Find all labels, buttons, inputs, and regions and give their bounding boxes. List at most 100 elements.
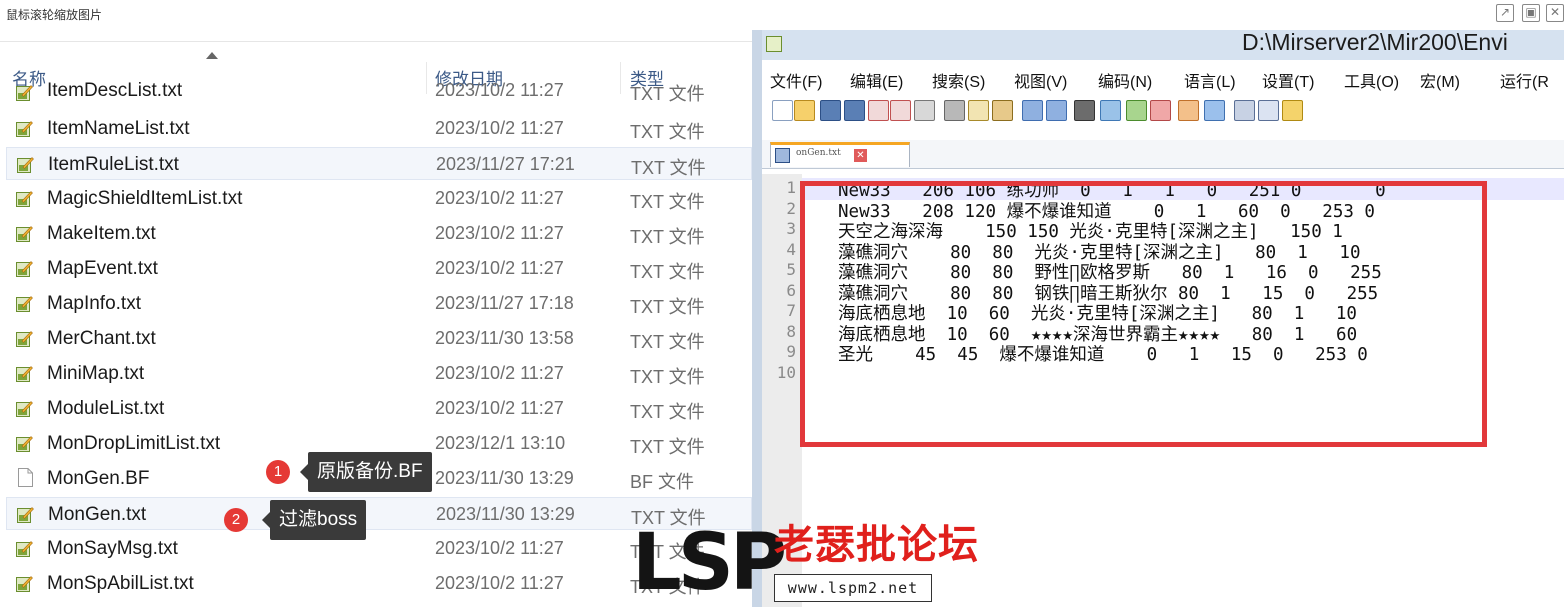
menu-item[interactable]: 设置(T) [1262,68,1314,92]
new-file-icon[interactable] [772,100,793,121]
menu-item[interactable]: 文件(F) [770,68,822,92]
highlight-box [800,181,1487,447]
tab-label: onGen.txt [796,148,841,158]
file-row[interactable]: MerChant.txt 2023/11/30 13:58 TXT 文件 [6,322,752,355]
file-name: ItemNameList.txt [47,118,190,139]
file-type: TXT 文件 [630,122,705,142]
callout-label-1: 原版备份.BF [300,452,432,492]
maximize-icon[interactable]: ▣ [1522,4,1540,22]
notepadpp-file-icon [16,435,33,452]
find-icon[interactable] [1074,100,1095,121]
menu-item[interactable]: 编辑(E) [850,68,903,92]
cut-icon[interactable] [944,100,965,121]
save-all-icon[interactable] [844,100,865,121]
open-file-icon[interactable] [794,100,815,121]
line-number: 5 [786,260,796,279]
print-icon[interactable] [914,100,935,121]
line-number: 10 [776,362,796,382]
menu-item[interactable]: 搜索(S) [932,68,985,92]
replace-icon[interactable] [1100,100,1121,121]
callout-label-2: 过滤boss [261,500,367,540]
toolbar [762,96,1564,126]
file-name: ItemRuleList.txt [48,154,179,175]
file-type: TXT 文件 [630,437,705,457]
divider [0,41,752,42]
watermark-logo: LSP [632,518,787,608]
file-type: TXT 文件 [630,84,705,104]
file-type: TXT 文件 [631,158,706,178]
callout-badge-2: 2 [224,508,248,532]
file-type: TXT 文件 [630,332,705,352]
close-all-icon[interactable] [890,100,911,121]
file-date: 2023/10/2 11:27 [435,223,564,243]
line-number: 2 [786,198,796,218]
file-name: ModuleList.txt [47,398,165,419]
file-row[interactable]: ItemRuleList.txt 2023/11/27 17:21 TXT 文件 [6,147,752,180]
menu-item[interactable]: 视图(V) [1014,68,1067,92]
close-tab-icon[interactable]: ✕ [854,149,867,162]
notepadpp-file-icon [16,575,33,592]
close-file-icon[interactable] [868,100,889,121]
close-icon[interactable]: ✕ [1546,4,1564,22]
indent-guide-icon[interactable] [1282,100,1303,121]
show-all-chars-icon[interactable] [1258,100,1279,121]
window-title-path: D:\Mirserver2\Mir200\Envi [1242,30,1508,55]
file-date: 2023/12/1 13:10 [435,433,566,453]
line-number: 1 [786,178,796,197]
menu-item[interactable]: 宏(M) [1420,68,1460,92]
file-name: MonDropLimitList.txt [47,433,221,454]
notepadpp-file-icon [16,225,33,242]
notepadpp-file-icon [16,540,33,557]
file-date: 2023/11/30 13:29 [436,504,575,524]
file-row[interactable]: MakeItem.txt 2023/10/2 11:27 TXT 文件 [6,217,752,250]
file-name: MerChant.txt [47,328,156,349]
menu-item[interactable]: 工具(O) [1344,68,1399,92]
file-name: MonGen.BF [47,468,150,489]
menu-item[interactable]: 运行(R [1500,68,1549,92]
file-row[interactable]: MiniMap.txt 2023/10/2 11:27 TXT 文件 [6,357,752,390]
sort-ascending-icon[interactable] [206,52,218,59]
copy-icon[interactable] [968,100,989,121]
file-row[interactable]: ItemNameList.txt 2023/10/2 11:27 TXT 文件 [6,112,752,145]
file-row[interactable]: MagicShieldItemList.txt 2023/10/2 11:27 TX… [6,182,752,215]
tab-mongen[interactable]: onGen.txt ✕ [770,142,910,167]
zoom-out-icon[interactable] [1150,100,1171,121]
file-name: MiniMap.txt [47,363,145,384]
line-number: 3 [786,219,796,238]
redo-icon[interactable] [1046,100,1067,121]
file-type: TXT 文件 [630,297,705,317]
file-name: MapEvent.txt [47,258,158,279]
file-date: 2023/10/2 11:27 [435,538,564,558]
callout-badge-1: 1 [266,460,290,484]
file-date: 2023/11/30 13:58 [435,328,574,348]
notepadpp-file-icon [17,156,34,173]
blank-file-icon [18,468,35,487]
file-name: MagicShieldItemList.txt [47,188,243,209]
menu-bar: 文件(F) 编辑(E) 搜索(S) 视图(V) 编码(N) 语言(L) 设置(T) 工具(O)… [762,64,1564,92]
paste-icon[interactable] [992,100,1013,121]
title-bar: D:\Mirserver2\Mir200\Envi [762,30,1564,60]
expand-icon[interactable]: ↗ [1496,4,1514,22]
sync-v-icon[interactable] [1178,100,1199,121]
file-date: 2023/10/2 11:27 [435,398,564,418]
menu-item[interactable]: 语言(L) [1184,68,1236,92]
file-type: TXT 文件 [630,402,705,422]
notepadpp-file-icon [16,120,33,137]
file-name: ItemDescList.txt [47,80,183,101]
line-number: 7 [786,301,796,320]
file-row[interactable]: MapInfo.txt 2023/11/27 17:18 TXT 文件 [6,287,752,320]
zoom-in-icon[interactable] [1126,100,1147,121]
sync-h-icon[interactable] [1204,100,1225,121]
undo-icon[interactable] [1022,100,1043,121]
file-type: TXT 文件 [630,367,705,387]
file-row[interactable]: ModuleList.txt 2023/10/2 11:27 TXT 文件 [6,392,752,425]
notepadpp-app-icon [766,36,782,52]
notepadpp-file-icon [16,190,33,207]
file-type: TXT 文件 [630,262,705,282]
menu-item[interactable]: 编码(N) [1098,68,1152,92]
notepadpp-file-icon [16,260,33,277]
file-name: MonSayMsg.txt [47,538,178,559]
save-icon[interactable] [820,100,841,121]
file-row[interactable]: MapEvent.txt 2023/10/2 11:27 TXT 文件 [6,252,752,285]
word-wrap-icon[interactable] [1234,100,1255,121]
